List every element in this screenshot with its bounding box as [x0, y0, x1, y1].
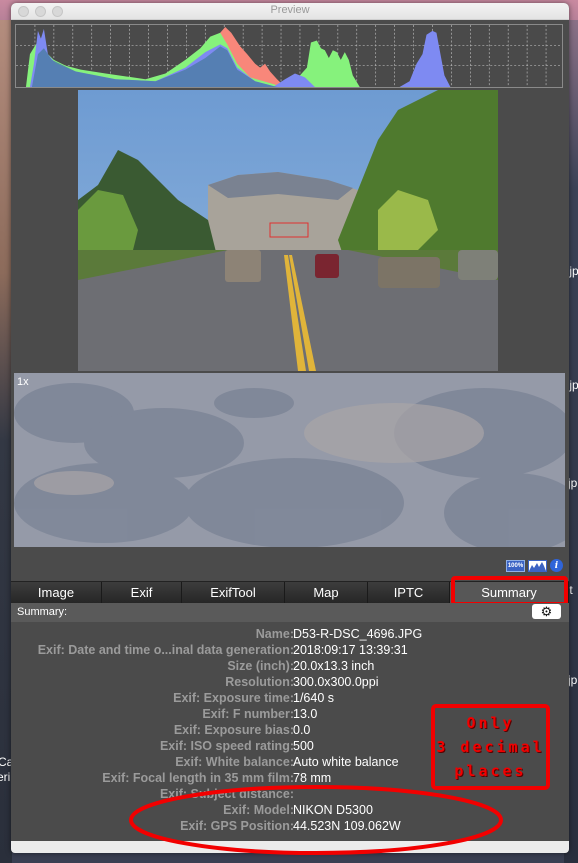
property-key: Exif: ISO speed rating: — [159, 739, 294, 753]
tab-exif[interactable]: Exif — [102, 582, 182, 603]
property-key: Exif: GPS Position: — [180, 819, 294, 833]
property-row: Size (inch): 20.0x13.3 inch — [11, 658, 569, 674]
desktop-file-label[interactable]: jp — [568, 673, 577, 687]
gear-icon: ⚙ — [540, 603, 553, 619]
annotation-text: 3 decimal — [436, 738, 545, 756]
zoom-100-icon[interactable]: 100% — [506, 559, 525, 572]
property-key: Exif: Model: — [223, 803, 294, 817]
tab-map[interactable]: Map — [285, 582, 368, 603]
property-value: 500 — [293, 739, 314, 753]
tab-image[interactable]: Image — [11, 582, 102, 603]
zoom-detail-view[interactable]: 1x — [14, 373, 565, 547]
property-key: Name: — [255, 627, 294, 641]
property-key: Exif: Focal length in 35 mm film: — [102, 771, 294, 785]
property-key: Exif: Date and time o...inal data genera… — [37, 643, 294, 657]
property-value: Auto white balance — [293, 755, 399, 769]
tab-iptc[interactable]: IPTC — [368, 582, 450, 603]
property-row: Resolution: 300.0x300.0ppi — [11, 674, 569, 690]
property-key: Exif: Subject distance: — [159, 787, 294, 801]
status-bar — [11, 841, 569, 853]
summary-tab-highlight — [451, 576, 568, 606]
desktop-file-label[interactable]: eri — [0, 770, 10, 784]
property-value: 20.0x13.3 inch — [293, 659, 375, 673]
annotation-text: places — [454, 762, 527, 780]
zoom-level-label: 1x — [17, 376, 29, 388]
property-value: NIKON D5300 — [293, 803, 373, 817]
property-key: Exif: F number: — [202, 707, 294, 721]
property-row: Exif: Model: NIKON D5300 — [11, 802, 569, 818]
image-preview[interactable] — [78, 90, 498, 371]
property-value: 2018:09:17 13:39:31 — [293, 643, 408, 657]
property-key: Size (inch): — [227, 659, 294, 673]
property-value: 13.0 — [293, 707, 318, 721]
property-key: Resolution: — [225, 675, 294, 689]
property-key: Exif: Exposure time: — [173, 691, 294, 705]
histogram — [15, 24, 563, 88]
histogram-icon[interactable] — [528, 559, 547, 572]
property-row: Exif: Date and time o...inal data genera… — [11, 642, 569, 658]
property-value: 300.0x300.0ppi — [293, 675, 379, 689]
property-value: D53-R-DSC_4696.JPG — [293, 627, 423, 641]
summary-title: Summary: — [17, 606, 68, 618]
annotation-callout: Only 3 decimal places — [431, 704, 550, 790]
summary-header: Summary: ⚙ — [11, 603, 569, 622]
property-key: Exif: Exposure bias: — [173, 723, 294, 737]
property-key: Exif: White balance: — [175, 755, 294, 769]
settings-button[interactable]: ⚙ — [532, 604, 561, 619]
window-title: Preview — [270, 4, 310, 16]
annotation-text: Only — [466, 714, 515, 732]
tab-exiftool[interactable]: ExifTool — [182, 582, 285, 603]
property-row: Name: D53-R-DSC_4696.JPG — [11, 626, 569, 642]
property-value: 44.523N 109.062W — [293, 819, 401, 833]
desktop-file-label[interactable]: jp — [568, 476, 577, 490]
property-value: 0.0 — [293, 723, 311, 737]
info-icon[interactable]: i — [550, 559, 563, 572]
title-bar[interactable]: Preview — [11, 3, 569, 20]
view-toolbar: 100% i — [506, 559, 563, 572]
property-row: Exif: GPS Position: 44.523N 109.062W — [11, 818, 569, 834]
property-value: 78 mm — [293, 771, 332, 785]
property-value: 1/640 s — [293, 691, 335, 705]
